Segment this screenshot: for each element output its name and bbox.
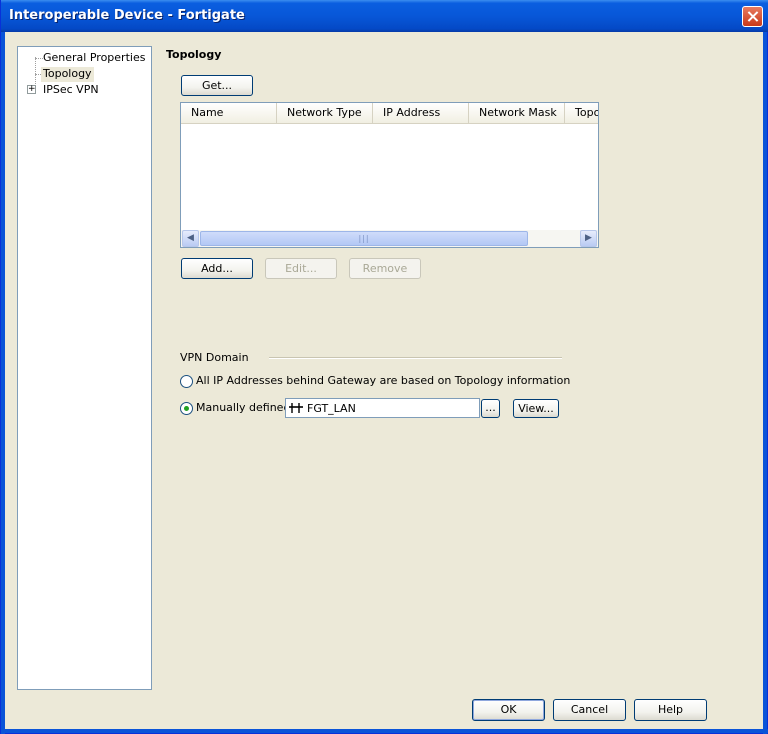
navigation-tree[interactable]: General Properties Topology + IPSec VPN bbox=[17, 46, 152, 690]
tree-item-general-properties[interactable]: General Properties bbox=[43, 51, 145, 66]
remove-button-label: Remove bbox=[362, 262, 408, 275]
add-button-label: Add... bbox=[201, 262, 233, 275]
tree-item-topology[interactable]: Topology bbox=[41, 67, 94, 82]
column-header-ip-address[interactable]: IP Address bbox=[373, 103, 469, 124]
page-title: Topology bbox=[166, 48, 222, 61]
add-button[interactable]: Add... bbox=[181, 258, 253, 279]
window-frame-bottom bbox=[1, 729, 768, 733]
expand-plus-icon[interactable]: + bbox=[27, 85, 36, 94]
view-button[interactable]: View... bbox=[513, 399, 559, 418]
get-button-label: Get... bbox=[201, 79, 233, 92]
vpn-domain-label: VPN Domain bbox=[180, 351, 249, 364]
edit-button-label: Edit... bbox=[285, 262, 317, 275]
column-header-topology[interactable]: Topo bbox=[565, 103, 598, 124]
column-header-name[interactable]: Name bbox=[181, 103, 277, 124]
tree-item-ipsec-vpn[interactable]: IPSec VPN bbox=[43, 83, 99, 98]
get-button[interactable]: Get... bbox=[181, 75, 253, 96]
edit-button[interactable]: Edit... bbox=[265, 258, 337, 279]
title-bar[interactable]: Interoperable Device - Fortigate bbox=[1, 0, 768, 32]
ok-button-label: OK bbox=[500, 703, 517, 716]
table-header: Name Network Type IP Address Network Mas… bbox=[181, 103, 598, 124]
vpn-domain-field[interactable]: FGT_LAN bbox=[285, 398, 480, 418]
browse-button-label: ... bbox=[485, 401, 496, 414]
horizontal-scrollbar[interactable]: ◀ ||| ▶ bbox=[181, 230, 598, 247]
column-header-network-type[interactable]: Network Type bbox=[277, 103, 373, 124]
window-frame-left bbox=[1, 32, 5, 734]
window-title: Interoperable Device - Fortigate bbox=[9, 8, 245, 23]
window-frame-right bbox=[763, 32, 767, 734]
scroll-left-icon[interactable]: ◀ bbox=[182, 230, 199, 247]
network-icon bbox=[289, 403, 303, 413]
radio-all-ip-addresses[interactable] bbox=[180, 375, 193, 388]
close-icon[interactable] bbox=[742, 6, 763, 27]
help-button-label: Help bbox=[657, 703, 684, 716]
help-button[interactable]: Help bbox=[634, 699, 707, 721]
radio-manually-defined[interactable] bbox=[180, 402, 193, 415]
column-header-network-mask[interactable]: Network Mask bbox=[469, 103, 565, 124]
group-divider bbox=[269, 357, 562, 359]
scrollbar-thumb[interactable]: ||| bbox=[200, 231, 528, 246]
tree-connector bbox=[35, 58, 43, 59]
scroll-right-icon[interactable]: ▶ bbox=[580, 230, 597, 247]
view-button-label: View... bbox=[518, 402, 554, 415]
cancel-button-label: Cancel bbox=[570, 703, 609, 716]
topology-table[interactable]: Name Network Type IP Address Network Mas… bbox=[180, 102, 599, 248]
radio-all-ip-addresses-label[interactable]: All IP Addresses behind Gateway are base… bbox=[196, 374, 570, 387]
radio-manually-defined-label[interactable]: Manually defined bbox=[196, 401, 290, 414]
dialog-window: Interoperable Device - Fortigate General… bbox=[0, 0, 768, 734]
cancel-button[interactable]: Cancel bbox=[553, 699, 626, 721]
remove-button[interactable]: Remove bbox=[349, 258, 421, 279]
ok-button[interactable]: OK bbox=[472, 699, 545, 721]
vpn-domain-value: FGT_LAN bbox=[307, 402, 356, 415]
browse-button[interactable]: ... bbox=[481, 399, 500, 418]
